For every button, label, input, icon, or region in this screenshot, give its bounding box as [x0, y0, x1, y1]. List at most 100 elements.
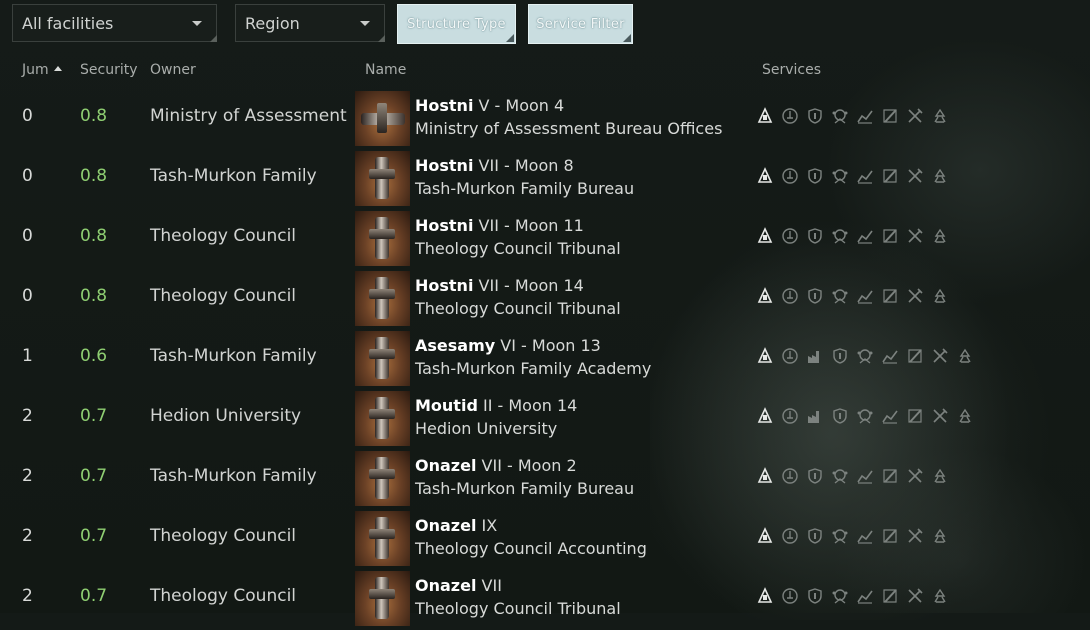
- repair-shop-icon[interactable]: [881, 167, 899, 185]
- clone-bay-icon[interactable]: [756, 587, 774, 605]
- factory-icon[interactable]: [806, 407, 824, 425]
- station-location[interactable]: Moutid II - Moon 14: [415, 396, 577, 415]
- station-location[interactable]: Onazel VII - Moon 2: [415, 456, 577, 475]
- repair-shop-icon[interactable]: [881, 587, 899, 605]
- station-name[interactable]: Theology Council Tribunal: [415, 299, 621, 318]
- station-location[interactable]: Onazel IX: [415, 516, 497, 535]
- reprocessing-icon[interactable]: [931, 167, 949, 185]
- station-location[interactable]: Hostni VII - Moon 11: [415, 216, 584, 235]
- clone-bay-icon[interactable]: [756, 227, 774, 245]
- station-thumbnail[interactable]: [355, 571, 410, 626]
- repair-shop-icon[interactable]: [906, 347, 924, 365]
- station-thumbnail[interactable]: [355, 271, 410, 326]
- station-thumbnail[interactable]: [355, 91, 410, 146]
- station-location[interactable]: Onazel VII: [415, 576, 502, 595]
- column-header-services[interactable]: Services: [762, 62, 821, 78]
- security-office-icon[interactable]: [806, 107, 824, 125]
- station-name[interactable]: Hedion University: [415, 419, 557, 438]
- station-location[interactable]: Asesamy VI - Moon 13: [415, 336, 601, 355]
- repair-shop-icon[interactable]: [881, 527, 899, 545]
- fitting-icon[interactable]: [906, 227, 924, 245]
- fitting-icon[interactable]: [906, 287, 924, 305]
- lp-store-icon[interactable]: [856, 407, 874, 425]
- security-office-icon[interactable]: [806, 587, 824, 605]
- clone-bay-icon[interactable]: [756, 407, 774, 425]
- table-row[interactable]: 2 0.7 Hedion University Moutid II - Moon 14…: [0, 390, 1090, 450]
- facilities-dropdown[interactable]: All facilities: [12, 4, 217, 42]
- security-office-icon[interactable]: [806, 467, 824, 485]
- clone-bay-icon[interactable]: [756, 347, 774, 365]
- system-name[interactable]: Hostni: [415, 96, 473, 115]
- station-name[interactable]: Theology Council Tribunal: [415, 239, 621, 258]
- station-thumbnail[interactable]: [355, 151, 410, 206]
- insurance-icon[interactable]: [781, 347, 799, 365]
- clone-bay-icon[interactable]: [756, 287, 774, 305]
- system-name[interactable]: Hostni: [415, 156, 473, 175]
- station-name[interactable]: Tash-Murkon Family Bureau: [415, 179, 634, 198]
- insurance-icon[interactable]: [781, 587, 799, 605]
- market-icon[interactable]: [856, 107, 874, 125]
- lp-store-icon[interactable]: [831, 587, 849, 605]
- lp-store-icon[interactable]: [831, 527, 849, 545]
- station-name[interactable]: Theology Council Accounting: [415, 539, 647, 558]
- system-name[interactable]: Hostni: [415, 276, 473, 295]
- clone-bay-icon[interactable]: [756, 527, 774, 545]
- column-header-name[interactable]: Name: [365, 62, 406, 78]
- insurance-icon[interactable]: [781, 167, 799, 185]
- market-icon[interactable]: [856, 467, 874, 485]
- table-row[interactable]: 0 0.8 Theology Council Hostni VII - Moon 11…: [0, 210, 1090, 270]
- fitting-icon[interactable]: [931, 407, 949, 425]
- insurance-icon[interactable]: [781, 287, 799, 305]
- market-icon[interactable]: [881, 407, 899, 425]
- station-name[interactable]: Ministry of Assessment Bureau Offices: [415, 119, 722, 138]
- security-office-icon[interactable]: [831, 407, 849, 425]
- security-office-icon[interactable]: [806, 167, 824, 185]
- reprocessing-icon[interactable]: [956, 407, 974, 425]
- fitting-icon[interactable]: [906, 107, 924, 125]
- station-thumbnail[interactable]: [355, 331, 410, 386]
- market-icon[interactable]: [856, 527, 874, 545]
- station-name[interactable]: Tash-Murkon Family Bureau: [415, 479, 634, 498]
- clone-bay-icon[interactable]: [756, 467, 774, 485]
- reprocessing-icon[interactable]: [931, 527, 949, 545]
- station-thumbnail[interactable]: [355, 451, 410, 506]
- column-header-jumps[interactable]: Jum: [22, 62, 62, 78]
- service-filter-button[interactable]: Service Filter: [528, 4, 633, 44]
- station-location[interactable]: Hostni VII - Moon 8: [415, 156, 574, 175]
- lp-store-icon[interactable]: [831, 467, 849, 485]
- structure-type-button[interactable]: Structure Type: [397, 4, 516, 44]
- reprocessing-icon[interactable]: [931, 467, 949, 485]
- market-icon[interactable]: [856, 287, 874, 305]
- system-name[interactable]: Onazel: [415, 516, 476, 535]
- fitting-icon[interactable]: [906, 587, 924, 605]
- repair-shop-icon[interactable]: [881, 107, 899, 125]
- insurance-icon[interactable]: [781, 407, 799, 425]
- fitting-icon[interactable]: [906, 527, 924, 545]
- table-row[interactable]: 2 0.7 Tash-Murkon Family Onazel VII - Moon …: [0, 450, 1090, 510]
- system-name[interactable]: Asesamy: [415, 336, 495, 355]
- system-name[interactable]: Moutid: [415, 396, 478, 415]
- reprocessing-icon[interactable]: [931, 227, 949, 245]
- station-name[interactable]: Theology Council Tribunal: [415, 599, 621, 618]
- reprocessing-icon[interactable]: [931, 287, 949, 305]
- system-name[interactable]: Hostni: [415, 216, 473, 235]
- lp-store-icon[interactable]: [831, 167, 849, 185]
- security-office-icon[interactable]: [806, 227, 824, 245]
- repair-shop-icon[interactable]: [881, 467, 899, 485]
- table-row[interactable]: 2 0.7 Theology Council Onazel VII Theology C…: [0, 570, 1090, 630]
- system-name[interactable]: Onazel: [415, 456, 476, 475]
- insurance-icon[interactable]: [781, 527, 799, 545]
- reprocessing-icon[interactable]: [931, 107, 949, 125]
- lp-store-icon[interactable]: [831, 107, 849, 125]
- insurance-icon[interactable]: [781, 227, 799, 245]
- station-location[interactable]: Hostni VII - Moon 14: [415, 276, 584, 295]
- repair-shop-icon[interactable]: [881, 227, 899, 245]
- repair-shop-icon[interactable]: [881, 287, 899, 305]
- column-header-security[interactable]: Security: [80, 62, 138, 78]
- clone-bay-icon[interactable]: [756, 107, 774, 125]
- table-row[interactable]: 0 0.8 Tash-Murkon Family Hostni VII - Moon …: [0, 150, 1090, 210]
- security-office-icon[interactable]: [831, 347, 849, 365]
- market-icon[interactable]: [856, 227, 874, 245]
- fitting-icon[interactable]: [906, 467, 924, 485]
- reprocessing-icon[interactable]: [956, 347, 974, 365]
